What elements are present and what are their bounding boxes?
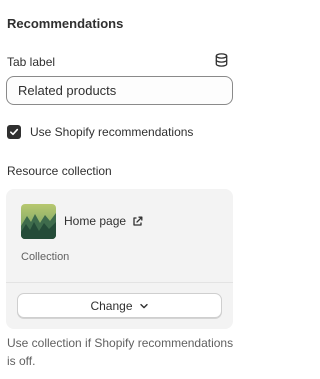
collection-thumbnail [21, 204, 56, 239]
divider [6, 282, 233, 283]
resource-card: Home page Collection Change [6, 189, 233, 329]
checkbox[interactable] [7, 125, 21, 139]
section-title: Recommendations [7, 16, 124, 31]
resource-title[interactable]: Home page [64, 214, 126, 228]
checkbox-label: Use Shopify recommendations [30, 125, 194, 139]
change-button-label: Change [90, 298, 133, 313]
chevron-down-icon [139, 303, 148, 308]
resource-type: Collection [21, 251, 70, 263]
database-icon[interactable] [215, 53, 228, 67]
tab-label-label: Tab label [7, 55, 56, 69]
checkmark-icon [10, 128, 19, 136]
help-text: Use collection if Shopify recommendation… [7, 336, 234, 368]
resource-collection-label: Resource collection [7, 164, 112, 178]
recommendations-panel: Recommendations Tab label Use Shopify re… [0, 0, 245, 379]
change-button[interactable]: Change [17, 293, 222, 318]
tab-label-input[interactable] [6, 76, 233, 105]
external-link-icon[interactable] [132, 216, 143, 227]
home-page-link[interactable]: Home page [64, 214, 143, 228]
shopify-recommendations-toggle[interactable]: Use Shopify recommendations [7, 124, 193, 140]
